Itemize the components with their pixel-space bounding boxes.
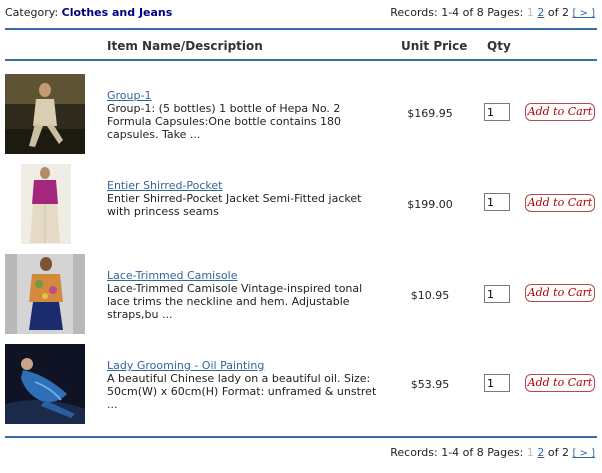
- product-row: Entier Shirred-Pocket Entier Shirred-Poc…: [0, 164, 602, 244]
- pages-label: Pages:: [487, 6, 524, 19]
- product-thumbnail[interactable]: [5, 164, 85, 244]
- product-info: Lady Grooming - Oil Painting A beautiful…: [107, 359, 387, 411]
- category-value: Clothes and Jeans: [61, 6, 173, 19]
- records-count: Records: 1-4 of 8: [390, 6, 484, 19]
- unit-price: $169.95: [407, 107, 453, 120]
- add-to-cart-button[interactable]: Add to Cart: [525, 284, 595, 302]
- next-page-link[interactable]: [ > ]: [572, 448, 595, 459]
- product-title-link[interactable]: Entier Shirred-Pocket: [107, 179, 387, 192]
- pager-top: Records: 1-4 of 8 Pages: 1 2 of 2 [ > ]: [390, 6, 595, 19]
- page-2-link[interactable]: 2: [537, 446, 544, 459]
- product-title-link[interactable]: Lace-Trimmed Camisole: [107, 269, 387, 282]
- product-title-link[interactable]: Group-1: [107, 89, 387, 102]
- unit-price: $10.95: [410, 289, 450, 302]
- bottom-bar: Records: 1-4 of 8 Pages: 1 2 of 2 [ > ]: [5, 446, 597, 462]
- add-to-cart-button[interactable]: Add to Cart: [525, 374, 595, 392]
- of-total: of 2: [547, 446, 569, 459]
- product-row: Lace-Trimmed Camisole Lace-Trimmed Camis…: [0, 254, 602, 334]
- records-count: Records: 1-4 of 8: [390, 446, 484, 459]
- quantity-field[interactable]: [484, 285, 510, 303]
- product-row: Lady Grooming - Oil Painting A beautiful…: [0, 344, 602, 424]
- header-divider: [5, 59, 597, 61]
- product-description: Entier Shirred-Pocket Jacket Semi-Fitted…: [107, 192, 362, 218]
- product-description: A beautiful Chinese lady on a beautiful …: [107, 372, 377, 411]
- unit-price: $199.00: [407, 198, 453, 211]
- product-info: Entier Shirred-Pocket Entier Shirred-Poc…: [107, 179, 387, 218]
- top-divider: [5, 28, 597, 30]
- product-info: Group-1 Group-1: (5 bottles) 1 bottle of…: [107, 89, 387, 141]
- page-1-current: 1: [526, 446, 534, 459]
- page-2-link[interactable]: 2: [537, 6, 544, 19]
- product-title-link[interactable]: Lady Grooming - Oil Painting: [107, 359, 387, 372]
- add-to-cart-button[interactable]: Add to Cart: [525, 103, 595, 121]
- quantity-field[interactable]: [484, 103, 510, 121]
- next-page-link[interactable]: [ > ]: [572, 8, 595, 19]
- category: Category: Clothes and Jeans: [5, 6, 172, 19]
- column-header-name: Item Name/Description: [107, 39, 263, 53]
- category-label: Category:: [5, 6, 59, 19]
- product-row: Group-1 Group-1: (5 bottles) 1 bottle of…: [0, 74, 602, 154]
- bottom-divider: [5, 436, 597, 438]
- column-header-qty: Qty: [487, 39, 511, 53]
- unit-price: $53.95: [410, 378, 450, 391]
- top-bar: Category: Clothes and Jeans Records: 1-4…: [5, 6, 597, 22]
- pager-bottom: Records: 1-4 of 8 Pages: 1 2 of 2 [ > ]: [390, 446, 595, 459]
- product-description: Lace-Trimmed Camisole Vintage-inspired t…: [107, 282, 363, 321]
- product-thumbnail[interactable]: [5, 74, 85, 154]
- page-1-current: 1: [526, 6, 534, 19]
- pages-label: Pages:: [487, 446, 524, 459]
- quantity-field[interactable]: [484, 374, 510, 392]
- product-description: Group-1: (5 bottles) 1 bottle of Hepa No…: [107, 102, 341, 141]
- product-info: Lace-Trimmed Camisole Lace-Trimmed Camis…: [107, 269, 387, 321]
- add-to-cart-button[interactable]: Add to Cart: [525, 194, 595, 212]
- of-total: of 2: [547, 6, 569, 19]
- column-header-price: Unit Price: [401, 39, 468, 53]
- product-thumbnail[interactable]: [5, 254, 85, 334]
- quantity-field[interactable]: [484, 193, 510, 211]
- product-thumbnail[interactable]: [5, 344, 85, 424]
